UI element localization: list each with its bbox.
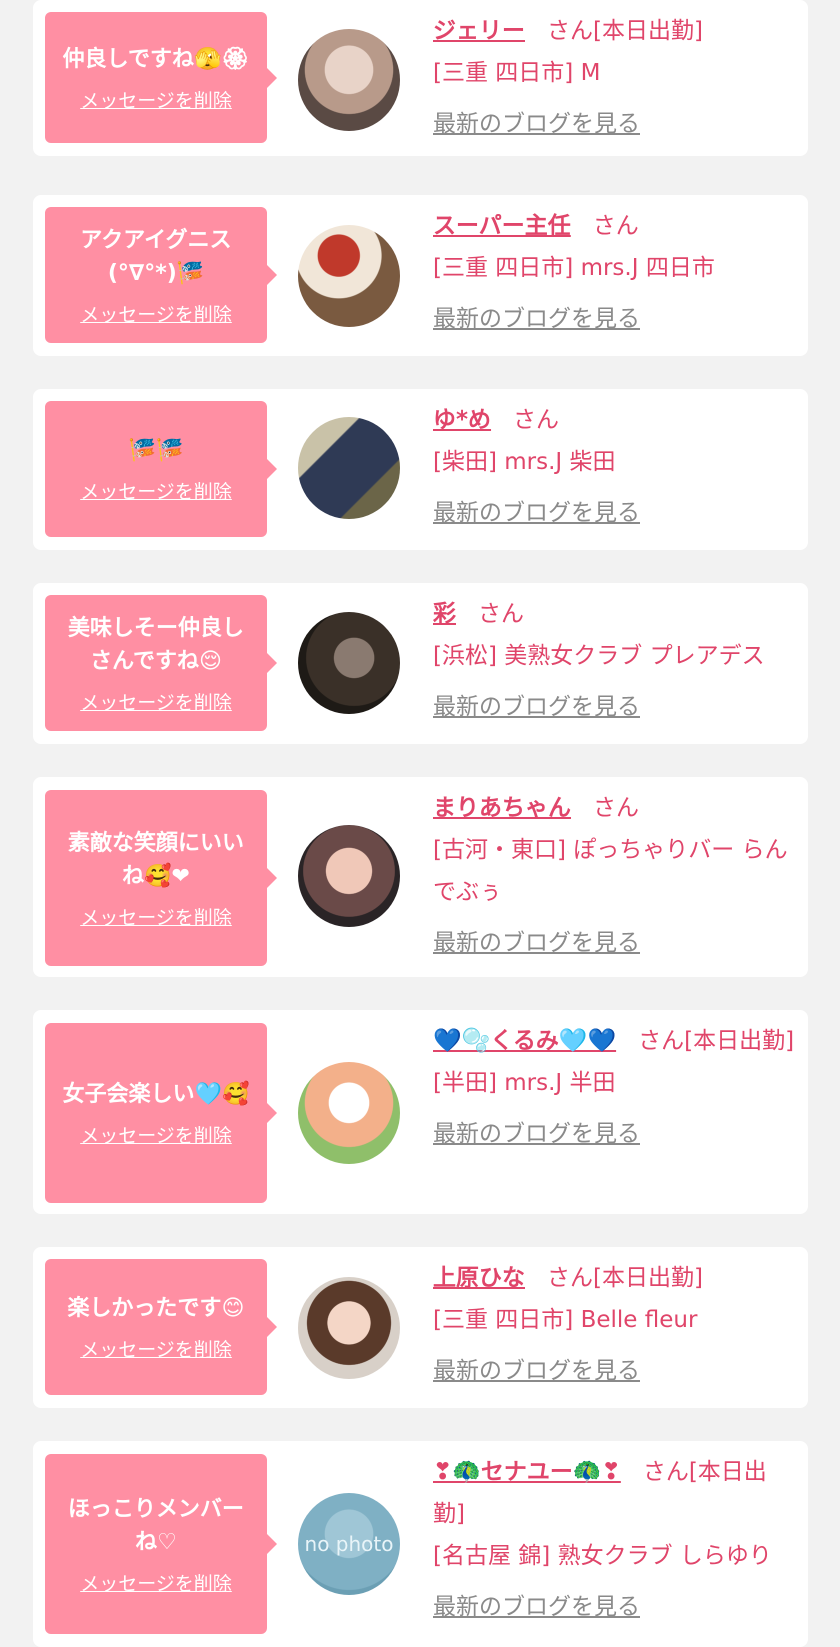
latest-blog-link[interactable]: 最新のブログを見る xyxy=(433,298,640,340)
shop-label: [三重 四日市] M xyxy=(433,60,601,86)
profile-name-link[interactable]: ゆ*め xyxy=(433,407,491,433)
list-item: 美味しそー仲良しさんですね😌 メッセージを削除 彩さん [浜松] 美熟女クラブ … xyxy=(33,583,808,744)
delete-message-link[interactable]: メッセージを削除 xyxy=(80,688,232,715)
profile-name-link[interactable]: スーパー主任 xyxy=(433,213,571,239)
profile-name-link[interactable]: ❣🦚セナユー🦚❣ xyxy=(433,1459,621,1485)
avatar[interactable] xyxy=(298,612,400,714)
profile-name-link[interactable]: 彩 xyxy=(433,601,456,627)
latest-blog-link[interactable]: 最新のブログを見る xyxy=(433,922,640,964)
message-bubble: 🎏🎏 メッセージを削除 xyxy=(45,401,277,537)
latest-blog-link[interactable]: 最新のブログを見る xyxy=(433,1113,640,1155)
name-suffix: さん xyxy=(478,601,524,627)
message-list: 仲良しですね🫣🏵 メッセージを削除 ジェリー さん[本日出勤] [三重 四日市] … xyxy=(0,0,840,1647)
message-text: 仲良しですね🫣🏵 xyxy=(62,46,250,72)
shop-label: [三重 四日市] mrs.J 四日市 xyxy=(433,255,715,281)
latest-blog-link[interactable]: 最新のブログを見る xyxy=(433,1586,640,1628)
message-text: 🎏🎏 xyxy=(128,438,184,463)
shop-label: [名古屋 錦] 熟女クラブ しらゆり xyxy=(433,1543,772,1569)
message-text: 女子会楽しい🩵🥰 xyxy=(62,1082,250,1107)
shop-label: [柴田] mrs.J 柴田 xyxy=(433,449,616,475)
delete-message-link[interactable]: メッセージを削除 xyxy=(80,903,232,930)
avatar[interactable]: no photo xyxy=(298,1493,400,1595)
message-bubble: 楽しかったです😊 メッセージを削除 xyxy=(45,1259,277,1395)
delete-message-link[interactable]: メッセージを削除 xyxy=(80,1121,232,1148)
avatar[interactable] xyxy=(298,825,400,927)
message-bubble: ほっこりメンバーね♡ メッセージを削除 xyxy=(45,1454,277,1634)
message-bubble: 素敵な笑顔にいいね🥰❤ メッセージを削除 xyxy=(45,790,277,966)
profile-name-link[interactable]: ジェリー xyxy=(433,18,525,44)
list-item: 仲良しですね🫣🏵 メッセージを削除 ジェリー さん[本日出勤] [三重 四日市] … xyxy=(33,0,808,156)
name-suffix: さん xyxy=(513,407,560,433)
delete-message-link[interactable]: メッセージを削除 xyxy=(80,1335,232,1362)
avatar[interactable] xyxy=(298,29,400,131)
list-item: 素敵な笑顔にいいね🥰❤ メッセージを削除 まりあちゃん さん [古河・東口] ぽっ… xyxy=(33,777,808,977)
latest-blog-link[interactable]: 最新のブログを見る xyxy=(433,103,640,145)
message-text: 素敵な笑顔にいいね🥰❤ xyxy=(67,830,244,889)
list-item: 🎏🎏 メッセージを削除 ゆ*め さん [柴田] mrs.J 柴田 最新のブログを見… xyxy=(33,389,808,550)
message-text: 美味しそー仲良しさんですね😌 xyxy=(67,615,244,674)
list-item: 楽しかったです😊 メッセージを削除 上原ひな さん[本日出勤] [三重 四日市] … xyxy=(33,1247,808,1408)
name-suffix: さん[本日出勤] xyxy=(547,18,703,44)
message-bubble: 美味しそー仲良しさんですね😌 メッセージを削除 xyxy=(45,595,277,731)
delete-message-link[interactable]: メッセージを削除 xyxy=(80,86,232,113)
list-item: ほっこりメンバーね♡ メッセージを削除 no photo ❣🦚セナユー🦚❣ さん[… xyxy=(33,1441,808,1647)
avatar[interactable] xyxy=(298,225,400,327)
name-suffix: さん xyxy=(592,213,639,239)
profile-name-link[interactable]: 💙🫧くるみ🩵💙 xyxy=(433,1028,616,1054)
delete-message-link[interactable]: メッセージを削除 xyxy=(80,477,232,504)
list-item: アクアイグニス(°∇°*)🎏 メッセージを削除 スーパー主任 さん [三重 四日市… xyxy=(33,195,808,356)
list-item: 女子会楽しい🩵🥰 メッセージを削除 💙🫧くるみ🩵💙 さん[本日出勤] [半田] m… xyxy=(33,1010,808,1214)
latest-blog-link[interactable]: 最新のブログを見る xyxy=(433,686,640,728)
latest-blog-link[interactable]: 最新のブログを見る xyxy=(433,492,640,534)
message-text: ほっこりメンバーね♡ xyxy=(67,1496,244,1555)
message-bubble: アクアイグニス(°∇°*)🎏 メッセージを削除 xyxy=(45,207,277,343)
message-text: アクアイグニス(°∇°*)🎏 xyxy=(80,227,232,286)
avatar[interactable] xyxy=(298,1062,400,1164)
delete-message-link[interactable]: メッセージを削除 xyxy=(80,300,232,327)
message-bubble: 仲良しですね🫣🏵 メッセージを削除 xyxy=(45,12,277,143)
shop-label: [半田] mrs.J 半田 xyxy=(433,1070,616,1096)
avatar[interactable] xyxy=(298,1277,400,1379)
name-suffix: さん xyxy=(593,795,639,821)
shop-label: [古河・東口] ぽっちゃりバー らんでぶぅ xyxy=(433,837,788,905)
delete-message-link[interactable]: メッセージを削除 xyxy=(80,1569,232,1596)
avatar[interactable] xyxy=(298,417,400,519)
shop-label: [浜松] 美熟女クラブ プレアデス xyxy=(433,643,765,669)
profile-name-link[interactable]: 上原ひな xyxy=(433,1265,525,1291)
shop-label: [三重 四日市] Belle fleur xyxy=(433,1307,698,1333)
no-photo-label: no photo xyxy=(304,1532,394,1556)
profile-name-link[interactable]: まりあちゃん xyxy=(433,795,571,821)
name-suffix: さん[本日出勤] xyxy=(638,1028,795,1054)
message-bubble: 女子会楽しい🩵🥰 メッセージを削除 xyxy=(45,1023,277,1203)
name-suffix: さん[本日出勤] xyxy=(547,1265,703,1291)
message-text: 楽しかったです😊 xyxy=(67,1296,245,1321)
latest-blog-link[interactable]: 最新のブログを見る xyxy=(433,1350,640,1392)
